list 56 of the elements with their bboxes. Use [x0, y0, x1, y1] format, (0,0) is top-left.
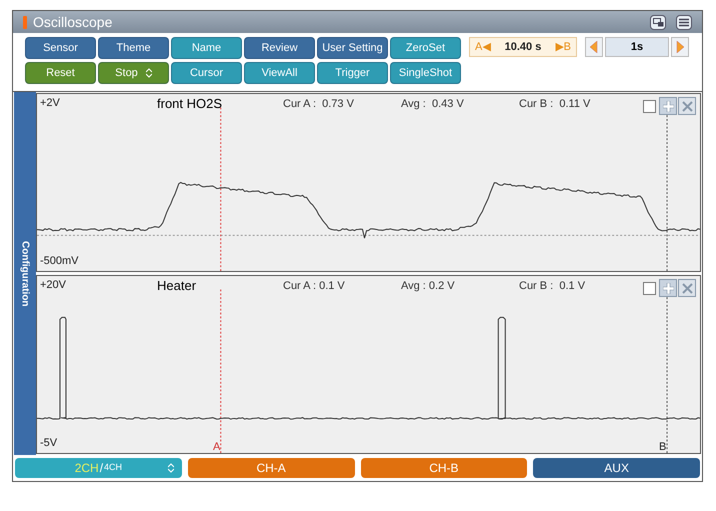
window-title: Oscilloscope: [33, 12, 114, 32]
cursor-b-reading: Cur B : 0.1 V: [519, 279, 586, 294]
cursor-b-marker: ▶B: [556, 40, 571, 55]
plus-icon: [662, 282, 674, 294]
windows-icon: [652, 18, 664, 26]
decrease-button[interactable]: [585, 37, 603, 57]
close-icon: [682, 282, 692, 294]
window-icon: [23, 16, 27, 28]
spinner-icon: [168, 463, 174, 473]
axis-max-label: +20V: [40, 278, 66, 293]
close-button[interactable]: [678, 97, 696, 115]
axis-min-label: -500mV: [40, 254, 79, 268]
average-reading: Avg : 0.2 V: [401, 279, 455, 294]
toolbar-button[interactable]: Stop: [98, 62, 169, 84]
channel-tab[interactable]: AUX: [533, 458, 700, 478]
left-arrow-icon: [590, 41, 598, 53]
axis-max-label: +2V: [40, 96, 60, 111]
menu-icon: [679, 18, 689, 26]
toolbar-button[interactable]: Sensor: [25, 37, 96, 59]
axis-min-label: -5V: [40, 436, 58, 450]
toolbar-button[interactable]: Trigger: [317, 62, 388, 84]
toolbar-button[interactable]: Review: [244, 37, 315, 59]
average-reading: Avg : 0.43 V: [401, 97, 464, 112]
toolbar-button[interactable]: ViewAll: [244, 62, 315, 84]
right-arrow-icon: [676, 41, 684, 53]
zoom-in-button[interactable]: [659, 97, 677, 115]
cursor-a-reading: Cur A : 0.73 V: [283, 97, 354, 112]
checkbox[interactable]: [643, 100, 656, 112]
close-button[interactable]: [678, 279, 696, 297]
toolbar-button[interactable]: Reset: [25, 62, 96, 84]
cursor-b-label: B: [659, 440, 666, 454]
close-icon: [682, 100, 692, 112]
toolbar-button[interactable]: ZeroSet: [390, 37, 461, 59]
channel-name: Heater: [157, 277, 196, 295]
cursor-a-label: A: [213, 440, 220, 454]
spinner-icon: [146, 68, 152, 78]
toolbar-button[interactable]: Theme: [98, 37, 169, 59]
toolbar-button[interactable]: Name: [171, 37, 242, 59]
cursor-span-value: 10.40 s: [504, 40, 542, 55]
toolbar-button[interactable]: User Setting: [317, 37, 388, 59]
zoom-in-button[interactable]: [659, 279, 677, 297]
cursor-b-reading: Cur B : 0.11 V: [519, 97, 590, 112]
window-menu-button[interactable]: [676, 14, 692, 30]
toolbar-button[interactable]: SingleShot: [390, 62, 461, 84]
channel-tab[interactable]: CH-A: [188, 458, 354, 478]
cursor-a-reading: Cur A : 0.1 V: [283, 279, 345, 294]
configuration-tab[interactable]: Configuration: [14, 92, 36, 455]
increase-button[interactable]: [671, 37, 689, 57]
toolbar-button[interactable]: Cursor: [171, 62, 242, 84]
channel-name: front HO2S: [157, 95, 222, 113]
plus-icon: [662, 100, 674, 112]
window-layout-button[interactable]: [650, 14, 666, 30]
channel-tab[interactable]: CH-B: [360, 458, 528, 478]
cursor-a-marker: A◀: [475, 40, 490, 55]
time-division-value: 1s: [605, 37, 669, 57]
checkbox[interactable]: [643, 282, 656, 294]
